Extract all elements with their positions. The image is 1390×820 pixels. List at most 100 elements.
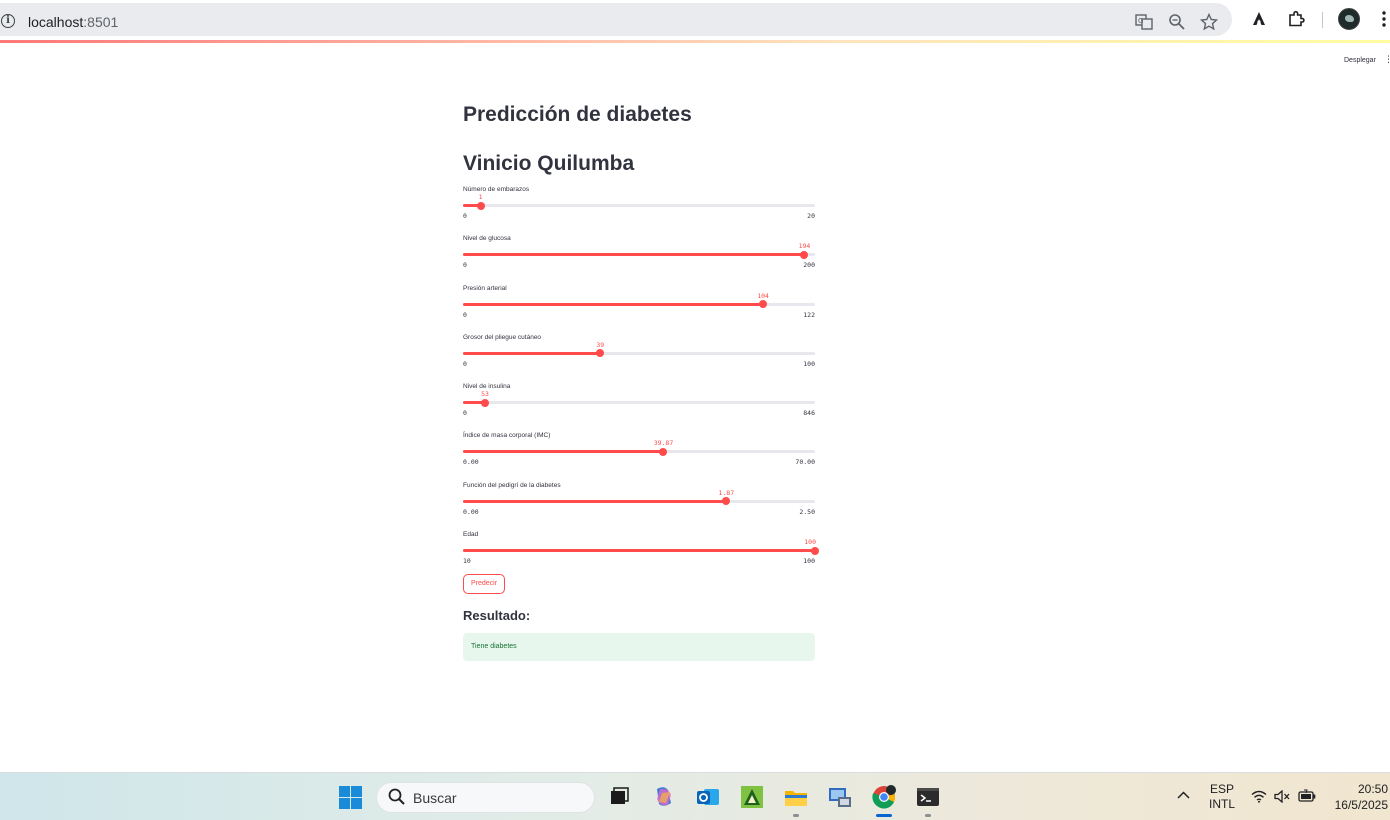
slider-track[interactable]: [463, 349, 815, 358]
language-top: ESP: [1209, 782, 1234, 796]
slider: Función del pedigrí de la diabetes 1.87 0.…: [463, 482, 815, 531]
slider-label: Nivel de glucosa: [463, 235, 511, 243]
slider: Índice de masa corporal (IMC) 39.87 0.00 70…: [463, 432, 815, 481]
taskbar: Buscar ESP INTL 20:50 16/5/2025: [0, 772, 1390, 820]
toolbar-divider: [1322, 12, 1323, 28]
copilot-icon[interactable]: [650, 783, 678, 811]
start-icon[interactable]: [339, 786, 362, 809]
slider-thumb[interactable]: [722, 497, 731, 506]
predict-button[interactable]: Predecir: [463, 574, 505, 594]
chevron-up-icon[interactable]: [1177, 789, 1190, 803]
clock-time: 20:50: [1357, 782, 1388, 796]
slider-label: Función del pedigrí de la diabetes: [463, 481, 561, 489]
slider-min: 0.00: [463, 458, 479, 467]
slider-min: 0: [463, 409, 467, 418]
running-indicator: [925, 814, 931, 817]
slider-track[interactable]: [463, 497, 815, 506]
slider-track[interactable]: [463, 398, 815, 407]
author-heading: Vinicio Quilumba: [463, 152, 635, 175]
slider-fill: [463, 351, 601, 355]
slider-thumb[interactable]: [759, 300, 768, 309]
search-placeholder: Buscar: [413, 790, 457, 806]
slider-value: 1.87: [718, 488, 735, 497]
puzzle-icon[interactable]: [1286, 9, 1306, 29]
clock[interactable]: 20:50 16/5/2025: [1330, 781, 1388, 813]
browser-toolbar: i localhost:8501 G: [0, 0, 1390, 40]
slider-fill: [463, 499, 727, 503]
volume-muted-icon[interactable]: [1274, 789, 1291, 806]
slider-track[interactable]: [463, 546, 819, 555]
slider-label: Número de embarazos: [463, 186, 530, 193]
slider-max: 846: [803, 409, 815, 418]
slider-value: 100: [804, 538, 816, 547]
slider-fill: [463, 302, 764, 306]
language-indicator[interactable]: ESP INTL: [1209, 782, 1235, 812]
result-alert: Tiene diabetes: [463, 633, 815, 661]
slider-thumb[interactable]: [481, 398, 490, 407]
slider: Presión arterial 104 0 122: [463, 285, 815, 334]
slider-min: 0: [463, 212, 467, 220]
slider-max: 20: [807, 212, 815, 220]
slider-track[interactable]: [463, 300, 815, 309]
app-menu-icon[interactable]: ⋮: [1384, 55, 1390, 64]
result-heading: Resultado:: [463, 608, 531, 623]
wifi-icon[interactable]: [1251, 790, 1267, 806]
slider-value: 1: [478, 193, 483, 201]
running-indicator: [793, 814, 799, 817]
search-icon: [388, 788, 405, 810]
slider-thumb[interactable]: [811, 546, 819, 555]
taskbar-search[interactable]: Buscar: [376, 782, 595, 813]
slider-label: Grosor del pliegue cutáneo: [463, 333, 542, 341]
slider-value: 194: [798, 242, 811, 251]
slider-fill: [463, 450, 664, 454]
slider-label: Presión arterial: [463, 284, 507, 292]
slider-thumb[interactable]: [596, 349, 605, 358]
slider-min: 0.00: [463, 507, 479, 516]
language-bottom: INTL: [1209, 797, 1236, 811]
avatar[interactable]: [1338, 8, 1360, 30]
running-indicator-active: [876, 814, 892, 817]
slider-label: Nivel de insulina: [463, 383, 511, 391]
slider-max: 122: [803, 310, 815, 319]
svg-text:G: G: [1138, 17, 1143, 25]
zoom-icon[interactable]: [1168, 13, 1186, 31]
task-view-icon[interactable]: [605, 783, 633, 811]
address-bar[interactable]: i localhost:8501 G: [0, 3, 1232, 36]
outlook-icon[interactable]: [694, 783, 722, 811]
file-explorer-icon[interactable]: [782, 783, 810, 811]
terminal-icon[interactable]: [914, 783, 942, 811]
slider-thumb[interactable]: [659, 447, 668, 456]
slider-value: 53: [481, 390, 489, 399]
slider-max: 70.00: [795, 458, 815, 467]
extension-a-icon[interactable]: [1249, 9, 1269, 29]
url-port: :8501: [83, 14, 119, 30]
slider-min: 0: [463, 310, 467, 319]
slider: Nivel de insulina 53 0 846: [463, 383, 815, 432]
url-host: localhost: [28, 14, 84, 30]
slider: Nivel de glucosa 194 0 200: [463, 235, 815, 284]
streamlit-decoration-bar: [0, 40, 1390, 43]
info-icon[interactable]: i: [1, 14, 15, 28]
chrome-icon[interactable]: [870, 783, 898, 811]
more-vert-icon[interactable]: [1374, 9, 1390, 29]
app-green-icon[interactable]: [738, 783, 766, 811]
slider-track[interactable]: [463, 447, 815, 456]
slider: Grosor del pliegue cutáneo 39 0 100: [463, 334, 815, 383]
slider-value: 104: [757, 291, 769, 300]
star-icon[interactable]: [1199, 12, 1219, 31]
slider-max: 2.50: [799, 507, 815, 516]
slider-track[interactable]: [463, 201, 815, 210]
url-text[interactable]: localhost:8501: [28, 14, 118, 30]
slider-thumb[interactable]: [800, 250, 809, 259]
remote-desktop-icon[interactable]: [826, 783, 854, 811]
battery-icon[interactable]: [1298, 789, 1316, 806]
slider-thumb[interactable]: [476, 201, 485, 210]
slider-max: 200: [803, 261, 815, 270]
deploy-button[interactable]: Desplegar: [1344, 57, 1376, 64]
slider-track[interactable]: [463, 250, 815, 259]
clock-date: 16/5/2025: [1334, 798, 1388, 812]
slider-value: 39.87: [653, 439, 674, 448]
translate-icon[interactable]: G: [1135, 13, 1153, 31]
slider-list: Número de embarazos 1 0 20 Nivel de glucosa 1…: [463, 186, 819, 580]
slider-fill: [463, 549, 815, 553]
